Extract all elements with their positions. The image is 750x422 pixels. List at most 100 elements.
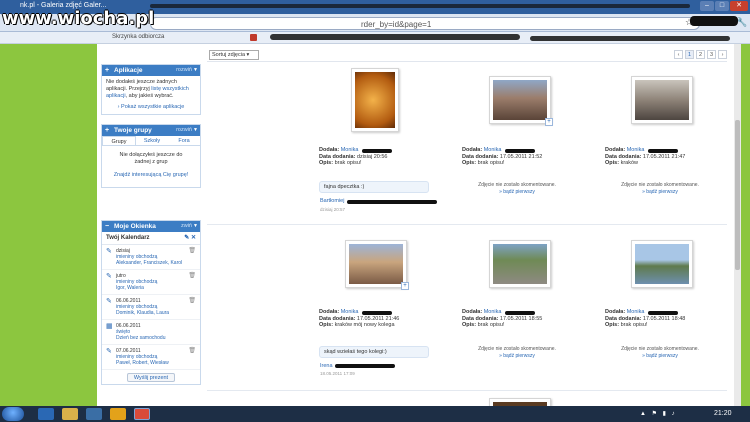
bookmark-inbox[interactable]: Skrzynka odbiorcza: [112, 34, 164, 40]
apps-widget-header[interactable]: + Aplikacje rozwiń ▼: [102, 65, 200, 76]
no-comment-text: Zdjęcie nie zostało skomentowane.: [621, 346, 699, 352]
photo-image: [349, 244, 403, 284]
be-first-link[interactable]: » bądź pierwszy: [605, 353, 715, 360]
tab-groups[interactable]: Grupy: [102, 136, 136, 145]
redaction: [505, 311, 535, 315]
author-link[interactable]: Monika: [484, 309, 502, 315]
maximize-button[interactable]: □: [715, 1, 729, 11]
show-all-apps-link[interactable]: › Pokaż wszystkie aplikacje: [106, 104, 196, 111]
folder-icon[interactable]: [62, 408, 78, 420]
redaction: [270, 34, 520, 40]
be-first-link[interactable]: » bądź pierwszy: [462, 189, 572, 196]
groups-expand-link[interactable]: rozwiń: [176, 125, 192, 136]
show-all-apps-label: Pokaż wszystkie aplikacje: [121, 104, 185, 110]
commenter-link[interactable]: Bartłomiej: [320, 198, 344, 204]
chevron-down-icon[interactable]: ▼: [193, 65, 198, 76]
photo-thumbnail[interactable]: +: [489, 76, 553, 126]
trash-icon[interactable]: 🗑: [188, 298, 196, 304]
author-link[interactable]: Monika: [484, 147, 502, 153]
pagination: ‹ 1 2 3 ›: [674, 50, 727, 59]
minimize-button[interactable]: –: [700, 1, 714, 11]
system-tray-icons[interactable]: ▲ ⚑ ▮ ♪: [640, 410, 677, 417]
ie-icon[interactable]: [38, 408, 54, 420]
zoom-icon[interactable]: +: [401, 282, 409, 290]
chrome-icon[interactable]: [134, 408, 150, 420]
bookmark-red-icon[interactable]: [250, 34, 257, 41]
redaction: [362, 311, 392, 315]
calendar-tools-icon[interactable]: ✎ ✕: [184, 234, 196, 241]
comment-bubble: skąd wziełaś tego kolegi:): [319, 346, 429, 358]
be-first-link[interactable]: » bądź pierwszy: [462, 353, 572, 360]
sidebar: + Aplikacje rozwiń ▼ Nie dodałeś jeszcze…: [97, 44, 203, 406]
photo-image: [635, 80, 689, 120]
comment-text: skąd wziełaś tego kolegi:): [324, 349, 387, 355]
apps-expand-link[interactable]: rozwiń: [176, 65, 192, 76]
no-comment-note: Zdjęcie nie zostało skomentowane. » bądź…: [605, 182, 715, 196]
tab-forums[interactable]: Fora: [168, 136, 200, 145]
photo-thumbnail[interactable]: [351, 68, 399, 132]
expand-icon: +: [105, 67, 110, 74]
no-comment-note: Zdjęcie nie zostało skomentowane. » bądź…: [462, 346, 572, 360]
photo-desc: kraków: [620, 160, 639, 166]
photo-date: dzisiaj 20:56: [356, 153, 388, 160]
close-button[interactable]: ✕: [730, 1, 748, 11]
comment-date: 18.05.2011 17:09: [320, 371, 355, 376]
send-gift-button[interactable]: Wyślij prezent: [127, 373, 175, 382]
date-label: Data dodania:: [605, 315, 642, 322]
next-page-button[interactable]: ›: [718, 50, 727, 59]
redaction: [362, 149, 392, 153]
added-by-label: Dodała:: [605, 147, 626, 153]
groups-body: Nie dołączyłeś jeszcze do żadnej z grup …: [102, 146, 200, 187]
photo-thumbnail[interactable]: [631, 240, 693, 288]
author-link[interactable]: Monika: [627, 147, 645, 153]
groups-widget: + Twoje grupy rozwiń ▼ Grupy Szkoły Fora…: [101, 124, 201, 188]
windows-widget-header[interactable]: − Moje Okienka zwiń ▼: [102, 221, 200, 232]
calendar-names: Dominik, Klaudia, Laura: [116, 310, 170, 316]
trash-icon[interactable]: 🗑: [188, 273, 196, 279]
media-player-icon[interactable]: [86, 408, 102, 420]
photo-thumbnail[interactable]: [631, 76, 693, 124]
be-first-link[interactable]: » bądź pierwszy: [605, 189, 715, 196]
zoom-icon[interactable]: +: [545, 118, 553, 126]
start-button[interactable]: [2, 407, 24, 421]
no-comment-text: Zdjęcie nie zostało skomentowane.: [478, 346, 556, 352]
calendar-item[interactable]: ✎ 07.06.2011 imieniny obchodzą Paweł, Ro…: [102, 345, 200, 370]
sort-select[interactable]: Sortuj zdjęcia ▾: [209, 50, 259, 60]
calendar-item[interactable]: ✎ dzisiaj imieniny obchodzą Aleksander, …: [102, 245, 200, 270]
chevron-down-icon[interactable]: ▼: [193, 125, 198, 136]
address-bar[interactable]: rder_by=id&page=1: [150, 17, 700, 30]
calendar-item[interactable]: ▦ 06.06.2011 święto Dzień bez samochodu: [102, 320, 200, 345]
photo-desc: kraków mój nowy kolega: [334, 322, 395, 328]
page-1-button[interactable]: 1: [685, 50, 694, 59]
calendar-names: Aleksander, Franciszek, Karol: [116, 260, 183, 266]
author-link[interactable]: Monika: [627, 309, 645, 315]
chevron-down-icon[interactable]: ▼: [193, 221, 198, 232]
tab-schools[interactable]: Szkoły: [136, 136, 168, 145]
commenter-link[interactable]: Irena: [320, 363, 333, 369]
calendar-item[interactable]: ✎ jutro imieniny obchodzą Igor, Waleria …: [102, 270, 200, 295]
groups-widget-header[interactable]: + Twoje grupy rozwiń ▼: [102, 125, 200, 136]
calendar-title: Twój Kalendarz ✎ ✕: [102, 232, 200, 245]
author-link[interactable]: Monika: [341, 309, 359, 315]
prev-page-button[interactable]: ‹: [674, 50, 683, 59]
app-icon[interactable]: [110, 408, 126, 420]
page-2-button[interactable]: 2: [696, 50, 705, 59]
windows-collapse-link[interactable]: zwiń: [181, 221, 192, 232]
row-divider: [207, 224, 727, 225]
photo-thumbnail[interactable]: +: [345, 240, 409, 290]
gift-icon: ✎: [106, 273, 112, 280]
expand-icon: +: [105, 127, 110, 134]
clock[interactable]: 21:20: [714, 410, 732, 417]
calendar-item[interactable]: ✎ 06.06.2011 imieniny obchodzą Dominik, …: [102, 295, 200, 320]
page-3-button[interactable]: 3: [707, 50, 716, 59]
photo-thumbnail[interactable]: [489, 240, 551, 288]
scrollbar-thumb[interactable]: [735, 120, 740, 270]
find-group-link[interactable]: Znajdź interesującą Cię grupę!: [112, 172, 190, 179]
trash-icon[interactable]: 🗑: [188, 248, 196, 254]
author-link[interactable]: Monika: [341, 147, 359, 153]
photo-thumbnail[interactable]: [489, 398, 551, 406]
trash-icon[interactable]: 🗑: [188, 348, 196, 354]
calendar-names: Dzień bez samochodu: [116, 335, 166, 341]
row-divider: [207, 390, 727, 391]
calendar-list: ✎ dzisiaj imieniny obchodzą Aleksander, …: [102, 245, 200, 370]
